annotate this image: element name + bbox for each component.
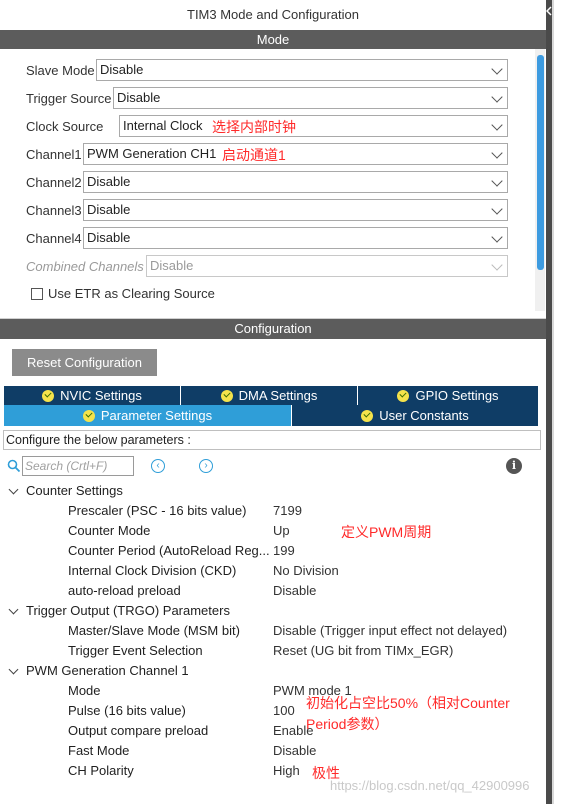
tab-user-constants-label: User Constants: [379, 408, 469, 423]
param-pulse-value[interactable]: 100: [273, 703, 295, 718]
chevron-down-icon: [491, 259, 503, 271]
channel3-value: Disable: [87, 202, 131, 217]
clock-source-select[interactable]: Internal Clock: [119, 115, 508, 137]
annotation-pulse-line2: Period参数）: [306, 716, 389, 732]
tab-parameter-label: Parameter Settings: [100, 408, 213, 423]
group-counter-settings[interactable]: Counter Settings: [26, 483, 123, 498]
check-circle-icon: [397, 390, 410, 402]
combined-channels-value: Disable: [150, 258, 194, 273]
param-trigger-event-value[interactable]: Reset (UG bit from TIMx_EGR): [273, 643, 453, 658]
search-icon[interactable]: [7, 459, 21, 473]
check-circle-icon: [42, 390, 55, 402]
chevron-down-icon[interactable]: [8, 484, 19, 495]
tab-nvic-settings[interactable]: NVIC Settings: [4, 386, 181, 405]
splitter-edge: [552, 0, 554, 804]
tab-dma-settings[interactable]: DMA Settings: [181, 386, 358, 405]
channel2-select[interactable]: Disable: [83, 171, 508, 193]
info-icon[interactable]: i: [506, 458, 522, 474]
slave-mode-value: Disable: [100, 62, 144, 77]
trigger-source-select[interactable]: Disable: [113, 87, 508, 109]
param-auto-reload-name[interactable]: auto-reload preload: [68, 583, 181, 598]
chevron-down-icon: [491, 91, 503, 103]
tab-parameter-settings[interactable]: Parameter Settings: [4, 405, 292, 426]
channel4-select[interactable]: Disable: [83, 227, 508, 249]
tab-user-constants[interactable]: User Constants: [292, 405, 538, 426]
collapse-arrow-icon[interactable]: [545, 4, 552, 16]
chevron-down-icon[interactable]: [8, 604, 19, 615]
etr-checkbox[interactable]: [31, 288, 43, 300]
chevron-left-icon[interactable]: ‹: [151, 459, 165, 473]
param-clock-division-name[interactable]: Internal Clock Division (CKD): [68, 563, 236, 578]
annotation-pulse-line1: 初始化占空比50%（相对Counter: [306, 695, 510, 711]
chevron-down-icon: [491, 203, 503, 215]
configuration-section-header: Configuration: [0, 319, 546, 339]
chevron-down-icon: [491, 147, 503, 159]
slave-mode-select[interactable]: Disable: [96, 59, 508, 81]
param-pwm-mode-name[interactable]: Mode: [68, 683, 101, 698]
trigger-source-label: Trigger Source: [26, 91, 112, 106]
tab-nvic-label: NVIC Settings: [60, 388, 142, 403]
param-polarity-value[interactable]: High: [273, 763, 300, 778]
chevron-right-icon[interactable]: ›: [199, 459, 213, 473]
slave-mode-label: Slave Mode: [26, 63, 95, 78]
channel4-value: Disable: [87, 230, 131, 245]
param-prescaler-name[interactable]: Prescaler (PSC - 16 bits value): [68, 503, 246, 518]
chevron-down-icon: [491, 175, 503, 187]
param-pulse-name[interactable]: Pulse (16 bits value): [68, 703, 186, 718]
annotation-clock-source: 选择内部时钟: [212, 119, 296, 135]
channel3-label: Channel3: [26, 203, 82, 218]
chevron-down-icon[interactable]: [8, 664, 19, 675]
channel1-value: PWM Generation CH1: [87, 146, 217, 161]
clock-source-label: Clock Source: [26, 119, 104, 134]
tab-gpio-label: GPIO Settings: [415, 388, 499, 403]
param-polarity-name[interactable]: CH Polarity: [68, 763, 134, 778]
param-msm-name[interactable]: Master/Slave Mode (MSM bit): [68, 623, 240, 638]
check-circle-icon: [361, 410, 374, 422]
group-pwm-channel1[interactable]: PWM Generation Channel 1: [26, 663, 189, 678]
param-clock-division-value[interactable]: No Division: [273, 563, 339, 578]
mode-scrollbar-thumb[interactable]: [537, 55, 544, 270]
check-circle-icon: [82, 410, 95, 422]
param-auto-reload-value[interactable]: Disable: [273, 583, 316, 598]
param-counter-mode-value[interactable]: Up: [273, 523, 290, 538]
combined-channels-label: Combined Channels: [26, 259, 144, 274]
param-fast-mode-value[interactable]: Disable: [273, 743, 316, 758]
chevron-down-icon: [491, 231, 503, 243]
param-msm-value[interactable]: Disable (Trigger input effect not delaye…: [273, 623, 507, 638]
channel2-value: Disable: [87, 174, 131, 189]
param-trigger-event-name[interactable]: Trigger Event Selection: [68, 643, 203, 658]
watermark: https://blog.csdn.net/qq_42900996: [330, 778, 530, 793]
chevron-down-icon: [491, 63, 503, 75]
mode-section-header: Mode: [0, 30, 546, 49]
param-counter-period-name[interactable]: Counter Period (AutoReload Reg...: [68, 543, 270, 558]
configure-instructions: Configure the below parameters :: [3, 430, 541, 450]
tab-gpio-settings[interactable]: GPIO Settings: [358, 386, 538, 405]
check-circle-icon: [220, 390, 233, 402]
trigger-source-value: Disable: [117, 90, 161, 105]
annotation-channel1: 启动通道1: [222, 147, 286, 163]
panel-divider: [0, 311, 546, 319]
channel1-select[interactable]: PWM Generation CH1: [83, 143, 508, 165]
param-counter-period-value[interactable]: 199: [273, 543, 295, 558]
param-counter-mode-name[interactable]: Counter Mode: [68, 523, 150, 538]
annotation-counter-period: 定义PWM周期: [341, 524, 432, 540]
reset-configuration-button[interactable]: Reset Configuration: [12, 349, 157, 376]
chevron-down-icon: [491, 119, 503, 131]
channel1-label: Channel1: [26, 147, 82, 162]
search-input[interactable]: Search (Crtl+F): [22, 456, 134, 476]
param-oc-preload-name[interactable]: Output compare preload: [68, 723, 208, 738]
panel-title: TIM3 Mode and Configuration: [0, 0, 546, 30]
tab-dma-label: DMA Settings: [238, 388, 318, 403]
param-prescaler-value[interactable]: 7199: [273, 503, 302, 518]
param-fast-mode-name[interactable]: Fast Mode: [68, 743, 129, 758]
channel2-label: Channel2: [26, 175, 82, 190]
channel3-select[interactable]: Disable: [83, 199, 508, 221]
channel4-label: Channel4: [26, 231, 82, 246]
clock-source-value: Internal Clock: [123, 118, 203, 133]
etr-checkbox-label: Use ETR as Clearing Source: [48, 286, 215, 301]
combined-channels-select: Disable: [146, 255, 508, 277]
group-trigger-output[interactable]: Trigger Output (TRGO) Parameters: [26, 603, 230, 618]
